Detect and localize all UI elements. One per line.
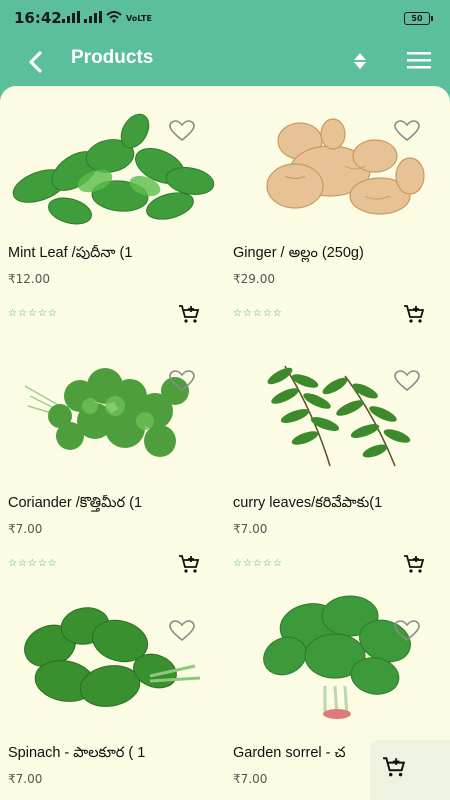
rating-stars: ☆☆☆☆☆ bbox=[8, 308, 58, 319]
heart-icon[interactable] bbox=[394, 120, 420, 142]
sort-icon[interactable] bbox=[348, 49, 372, 73]
product-card-mint[interactable]: Mint Leaf /పుదీనా (1 ₹12.00 ☆☆☆☆☆ bbox=[0, 86, 225, 336]
curry-leaves-image bbox=[267, 365, 411, 467]
battery-icon: 50 bbox=[404, 12, 433, 25]
garden-sorrel-image bbox=[263, 595, 411, 719]
product-grid: Mint Leaf /పుదీనా (1 ₹12.00 ☆☆☆☆☆ Ginger… bbox=[0, 86, 450, 800]
product-name: Ginger / అల్లం (250g) bbox=[233, 245, 364, 261]
coriander-image bbox=[24, 368, 189, 457]
volte-label: VoLTE bbox=[126, 14, 152, 23]
heart-icon[interactable] bbox=[394, 620, 420, 642]
product-card-spinach[interactable]: Spinach - పాలకూర ( 1 ₹7.00 bbox=[0, 586, 225, 800]
signal-icon bbox=[62, 11, 80, 23]
add-to-cart-icon[interactable] bbox=[178, 304, 200, 324]
hamburger-menu-icon[interactable] bbox=[405, 48, 433, 72]
product-name: Mint Leaf /పుదీనా (1 bbox=[8, 245, 133, 261]
spinach-image bbox=[24, 607, 201, 707]
product-card-curry-leaves[interactable]: curry leaves/కరివేపాకు(1 ₹7.00 ☆☆☆☆☆ bbox=[225, 336, 450, 586]
add-to-cart-icon[interactable] bbox=[403, 554, 425, 574]
add-to-cart-icon[interactable] bbox=[403, 304, 425, 324]
product-price: ₹7.00 bbox=[233, 772, 268, 786]
heart-icon[interactable] bbox=[169, 620, 195, 642]
rating-stars: ☆☆☆☆☆ bbox=[233, 558, 283, 569]
product-price: ₹12.00 bbox=[8, 272, 50, 286]
mint-image bbox=[12, 113, 215, 225]
heart-icon[interactable] bbox=[394, 370, 420, 392]
status-time: 16:42 bbox=[14, 9, 62, 27]
product-card-coriander[interactable]: Coriander /కొత్తిమీర (1 ₹7.00 ☆☆☆☆☆ bbox=[0, 336, 225, 586]
add-to-cart-icon[interactable] bbox=[178, 554, 200, 574]
product-price: ₹7.00 bbox=[8, 772, 43, 786]
status-bar: 16:42 VoLTE 50 bbox=[0, 0, 450, 36]
rating-stars: ☆☆☆☆☆ bbox=[233, 308, 283, 319]
floating-cart-button[interactable] bbox=[370, 740, 450, 800]
page-title: Products bbox=[71, 47, 154, 68]
product-name: curry leaves/కరివేపాకు(1 bbox=[233, 495, 383, 511]
heart-icon[interactable] bbox=[169, 370, 195, 392]
signal-icon-2 bbox=[84, 11, 102, 23]
product-price: ₹29.00 bbox=[233, 272, 275, 286]
product-name: Spinach - పాలకూర ( 1 bbox=[8, 745, 146, 761]
ginger-image bbox=[266, 118, 425, 215]
product-name: Coriander /కొత్తిమీర (1 bbox=[8, 495, 143, 511]
signal-icons: VoLTE bbox=[62, 11, 152, 23]
app-bar: Products bbox=[0, 36, 450, 86]
cart-icon bbox=[383, 757, 406, 777]
heart-icon[interactable] bbox=[169, 120, 195, 142]
wifi-icon bbox=[106, 11, 122, 23]
rating-stars: ☆☆☆☆☆ bbox=[8, 558, 58, 569]
back-arrow-icon[interactable] bbox=[20, 46, 52, 78]
product-price: ₹7.00 bbox=[8, 522, 43, 536]
product-card-ginger[interactable]: Ginger / అల్లం (250g) ₹29.00 ☆☆☆☆☆ bbox=[225, 86, 450, 336]
product-price: ₹7.00 bbox=[233, 522, 268, 536]
